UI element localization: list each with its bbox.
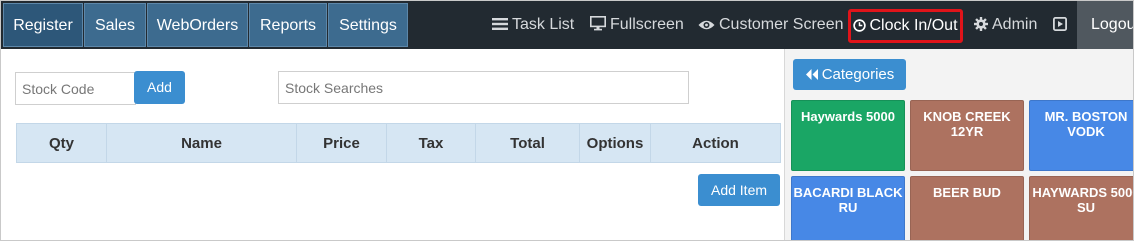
cart-table: Qty Name Price Tax Total Options Action xyxy=(16,123,781,163)
pos-window: Register Sales WebOrders Reports Setting… xyxy=(0,0,1134,241)
clock-in-out-label: Clock In/Out xyxy=(869,17,958,34)
clock-icon xyxy=(853,19,867,32)
stock-code-input[interactable] xyxy=(15,72,136,105)
customer-screen-button[interactable]: Customer Screen xyxy=(698,1,844,49)
tab-register[interactable]: Register xyxy=(3,3,83,47)
category-tile[interactable]: Haywards 5000 xyxy=(791,100,905,171)
categories-button[interactable]: Categories xyxy=(793,59,906,90)
monitor-icon xyxy=(590,16,606,31)
tab-reports[interactable]: Reports xyxy=(249,3,327,47)
column-options: Options xyxy=(579,123,651,163)
category-tile[interactable]: HAYWARDS 5000 SU xyxy=(1029,176,1134,240)
clock-in-out-button[interactable]: Clock In/Out xyxy=(848,9,963,43)
category-tile[interactable]: BEER BUD xyxy=(910,176,1024,240)
tab-settings[interactable]: Settings xyxy=(328,3,408,47)
next-icon[interactable] xyxy=(1052,1,1071,49)
task-list-label: Task List xyxy=(512,16,575,33)
admin-button[interactable]: Admin xyxy=(974,1,1037,49)
task-list-button[interactable]: Task List xyxy=(492,1,574,49)
customer-screen-label: Customer Screen xyxy=(719,16,844,33)
fullscreen-label: Fullscreen xyxy=(610,16,684,33)
column-price: Price xyxy=(296,123,387,163)
cart-table-header: Qty Name Price Tax Total Options Action xyxy=(16,123,781,163)
eye-icon xyxy=(698,20,715,30)
categories-label: Categories xyxy=(821,66,895,83)
category-tile[interactable]: KNOB CREEK 12YR xyxy=(910,100,1024,171)
logout-button[interactable]: Logout xyxy=(1077,1,1133,49)
double-chevron-left-icon xyxy=(805,69,818,80)
admin-label: Admin xyxy=(992,16,1038,33)
column-name: Name xyxy=(106,123,297,163)
category-tile-label: BACARDI BLACK RU xyxy=(793,185,903,215)
add-item-button[interactable]: Add Item xyxy=(698,174,780,206)
category-tile-label: KNOB CREEK 12YR xyxy=(923,109,1011,139)
tab-weborders[interactable]: WebOrders xyxy=(147,3,248,47)
category-tile-label: MR. BOSTON VODK xyxy=(1044,109,1128,139)
category-tile[interactable]: BACARDI BLACK RU xyxy=(791,176,905,240)
category-tile-label: HAYWARDS 5000 SU xyxy=(1032,185,1134,215)
column-total: Total xyxy=(475,123,580,163)
column-qty: Qty xyxy=(16,123,107,163)
list-icon xyxy=(492,18,508,30)
category-tile-label: BEER BUD xyxy=(933,185,1001,200)
stock-search-input[interactable] xyxy=(278,71,689,104)
top-navbar: Register Sales WebOrders Reports Setting… xyxy=(1,1,1133,49)
column-action: Action xyxy=(692,134,739,152)
column-tax: Tax xyxy=(386,123,476,163)
add-stock-button[interactable]: Add xyxy=(134,71,185,104)
tab-sales[interactable]: Sales xyxy=(84,3,146,47)
gear-icon xyxy=(974,17,988,31)
category-tile-label: Haywards 5000 xyxy=(801,109,895,124)
fullscreen-button[interactable]: Fullscreen xyxy=(590,1,684,49)
category-tile[interactable]: MR. BOSTON VODK xyxy=(1029,100,1133,171)
